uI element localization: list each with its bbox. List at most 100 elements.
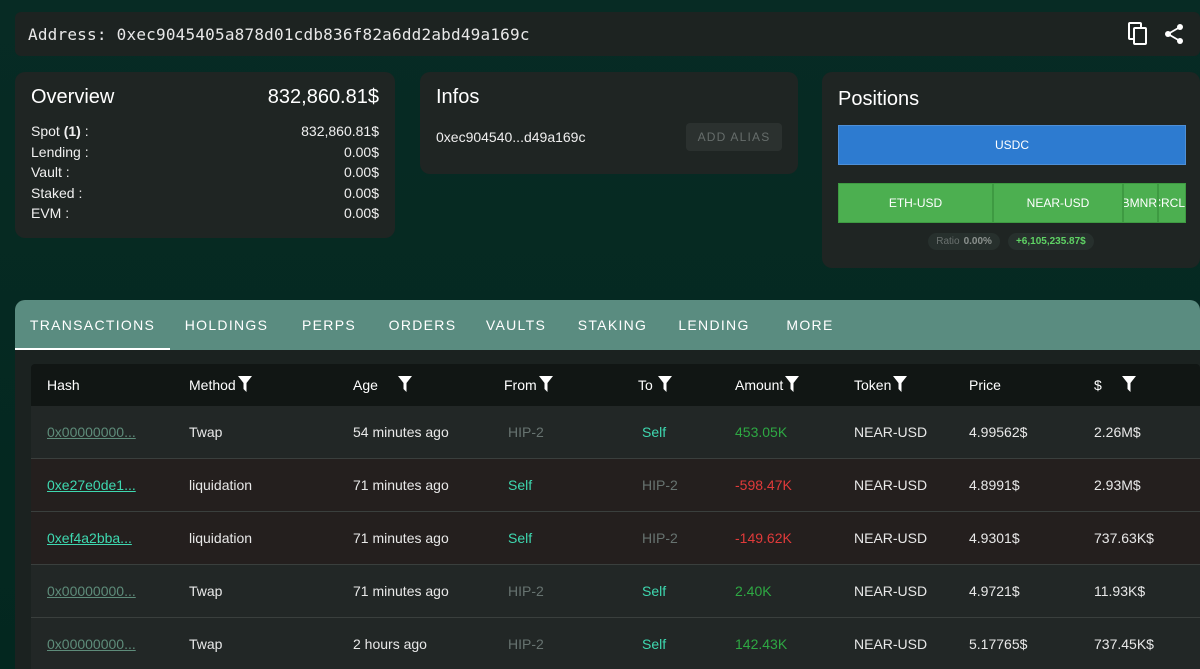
col-method: Method xyxy=(189,377,236,393)
overview-row: Lending : 0.00$ xyxy=(31,142,379,163)
pnl-value: +6,105,235.87$ xyxy=(1015,236,1086,247)
filter-icon[interactable] xyxy=(538,375,553,395)
tab-lending[interactable]: LENDING xyxy=(663,300,765,350)
col-age: Age xyxy=(353,377,378,393)
tx-price: 4.9721$ xyxy=(969,583,1020,599)
tx-from[interactable]: HIP-2 xyxy=(508,406,544,458)
tab-transactions[interactable]: TRANSACTIONS xyxy=(15,300,170,350)
tab-vaults[interactable]: VAULTS xyxy=(470,300,562,350)
col-token: Token xyxy=(854,377,892,393)
tx-method: Twap xyxy=(189,583,223,599)
short-address: 0xec904540...d49a169c xyxy=(436,129,586,145)
tx-token: NEAR-USD xyxy=(854,477,928,493)
tx-hash-link[interactable]: 0x00000000... xyxy=(47,424,136,440)
tx-from[interactable]: Self xyxy=(508,459,532,511)
table-row: 0x00000000... Twap 54 minutes ago HIP-2 … xyxy=(31,406,1200,459)
overview-row: EVM : 0.00$ xyxy=(31,203,379,224)
col-from: From xyxy=(504,377,537,393)
tx-method: liquidation xyxy=(189,477,253,493)
overview-row-label: Staked : xyxy=(31,184,83,201)
tx-amount: -598.47K xyxy=(735,477,792,493)
tx-usd: 2.26M$ xyxy=(1094,424,1141,440)
overview-row-label: EVM : xyxy=(31,205,70,221)
tx-from[interactable]: Self xyxy=(508,512,532,564)
tx-price: 5.17765$ xyxy=(969,636,1028,652)
tx-age: 71 minutes ago xyxy=(353,583,449,599)
perp-position-bars: ETH-USD NEAR-USD BMNR CRCL xyxy=(838,183,1186,223)
position-bar-eth-usd[interactable]: ETH-USD xyxy=(838,183,993,223)
pnl-badge: +6,105,235.87$ xyxy=(1007,233,1094,250)
col-to: To xyxy=(638,377,653,393)
address-bar: Address: 0xec9045405a878d01cdb836f82a6dd… xyxy=(15,12,1200,56)
position-bar-usdc[interactable]: USDC xyxy=(838,125,1186,165)
filter-icon[interactable] xyxy=(397,375,412,395)
tx-amount: 453.05K xyxy=(735,424,788,440)
table-row: 0x00000000... Twap 71 minutes ago HIP-2 … xyxy=(31,565,1200,618)
share-icon[interactable] xyxy=(1162,22,1186,46)
filter-icon[interactable] xyxy=(1121,375,1136,395)
tx-age: 2 hours ago xyxy=(353,636,427,652)
tx-token: NEAR-USD xyxy=(854,583,928,599)
tx-to[interactable]: Self xyxy=(642,406,666,458)
overview-total: 832,860.81$ xyxy=(267,86,379,108)
overview-row-value: 0.00$ xyxy=(343,164,379,180)
tx-from[interactable]: HIP-2 xyxy=(508,618,544,669)
tx-usd: 737.45K$ xyxy=(1094,636,1154,652)
tx-age: 71 minutes ago xyxy=(353,530,449,546)
tab-orders[interactable]: ORDERS xyxy=(375,300,470,350)
tab-more[interactable]: MORE xyxy=(765,300,855,350)
tx-token: NEAR-USD xyxy=(854,530,928,546)
tx-to[interactable]: HIP-2 xyxy=(642,459,678,511)
filter-icon[interactable] xyxy=(657,375,672,395)
transactions-table: Hash Method Age From To Amount Token Pri… xyxy=(31,364,1200,669)
overview-row-value: 0.00$ xyxy=(343,184,379,201)
tx-hash-link[interactable]: 0x00000000... xyxy=(47,636,136,652)
tx-usd: 11.93K$ xyxy=(1094,583,1146,599)
tx-amount: 142.43K xyxy=(735,636,788,652)
filter-icon[interactable] xyxy=(785,375,800,395)
tab-staking[interactable]: STAKING xyxy=(562,300,663,350)
tx-hash-link[interactable]: 0xe27e0de1... xyxy=(47,477,136,493)
table-row: 0xef4a2bba... liquidation 71 minutes ago… xyxy=(31,512,1200,565)
filter-icon[interactable] xyxy=(237,375,252,395)
overview-row-label: Vault : xyxy=(31,164,70,180)
positions-card: Positions USDC ETH-USD NEAR-USD BMNR CRC… xyxy=(822,72,1200,268)
tx-price: 4.99562$ xyxy=(969,424,1028,440)
tx-usd: 737.63K$ xyxy=(1094,530,1154,546)
add-alias-button[interactable]: ADD ALIAS xyxy=(686,123,782,151)
overview-title: Overview xyxy=(31,86,115,108)
position-bar-near-usd[interactable]: NEAR-USD xyxy=(993,183,1123,223)
overview-card: Overview 832,860.81$ Spot (1) : 832,860.8… xyxy=(15,72,395,238)
ratio-value: 0.00% xyxy=(963,236,992,247)
overview-row-value: 0.00$ xyxy=(343,143,379,160)
tx-hash-link[interactable]: 0xef4a2bba... xyxy=(47,530,132,546)
overview-row: Spot (1) : 832,860.81$ xyxy=(31,121,379,142)
copy-icon[interactable] xyxy=(1126,22,1150,46)
tx-to[interactable]: Self xyxy=(642,565,666,617)
position-bar-bmnr[interactable]: BMNR xyxy=(1123,183,1158,223)
overview-row-value: 832,860.81$ xyxy=(301,123,379,139)
infos-title: Infos xyxy=(436,86,480,108)
positions-title: Positions xyxy=(838,88,920,110)
tx-age: 71 minutes ago xyxy=(353,477,449,493)
tab-holdings[interactable]: HOLDINGS xyxy=(170,300,283,350)
tx-token: NEAR-USD xyxy=(854,636,928,652)
tx-usd: 2.93M$ xyxy=(1094,477,1141,493)
tx-method: Twap xyxy=(189,424,223,440)
infos-card: Infos 0xec904540...d49a169c ADD ALIAS xyxy=(420,72,798,174)
filter-icon[interactable] xyxy=(893,375,908,395)
page: Address: 0xec9045405a878d01cdb836f82a6dd… xyxy=(0,0,1200,669)
position-bar-crcl[interactable]: CRCL xyxy=(1158,183,1186,223)
tx-to[interactable]: Self xyxy=(642,618,666,669)
overview-row-value: 0.00$ xyxy=(343,205,379,221)
tx-from[interactable]: HIP-2 xyxy=(508,565,544,617)
table-row: 0x00000000... Twap 2 hours ago HIP-2 Sel… xyxy=(31,618,1200,669)
activity-panel: TRANSACTIONS HOLDINGS PERPS ORDERS VAULT… xyxy=(15,300,1200,669)
address-label: Address: xyxy=(28,24,107,44)
overview-row: Vault : 0.00$ xyxy=(31,162,379,183)
tx-to[interactable]: HIP-2 xyxy=(642,512,678,564)
tx-hash-link[interactable]: 0x00000000... xyxy=(47,583,136,599)
tx-amount: -149.62K xyxy=(735,530,792,546)
tab-perps[interactable]: PERPS xyxy=(283,300,375,350)
address-value[interactable]: 0xec9045405a878d01cdb836f82a6dd2abd49a16… xyxy=(117,25,530,44)
